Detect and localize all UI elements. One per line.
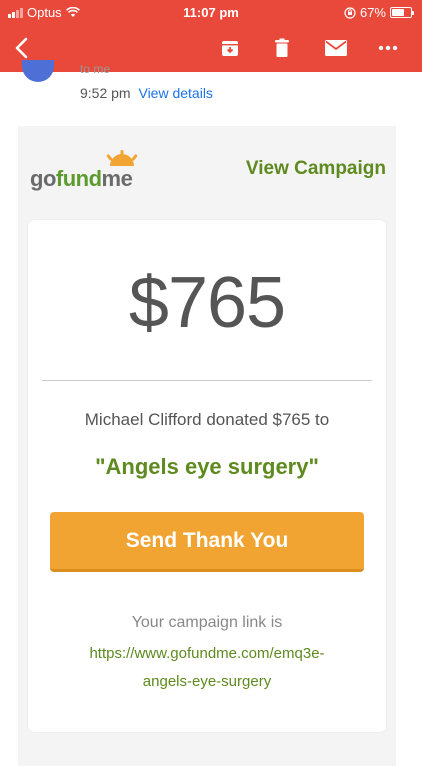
email-header: to me 9:52 pm View details bbox=[0, 60, 422, 122]
view-campaign-link[interactable]: View Campaign bbox=[246, 158, 386, 180]
recipient-line: to me bbox=[80, 64, 111, 74]
archive-button[interactable] bbox=[216, 34, 244, 62]
view-details-link[interactable]: View details bbox=[138, 85, 212, 101]
campaign-name: "Angels eye surgery" bbox=[95, 454, 319, 479]
campaign-link-line-2[interactable]: angels-eye-surgery bbox=[28, 668, 386, 696]
logo-text: gofundme bbox=[30, 166, 133, 191]
status-bar: Optus 11:07 pm 67% bbox=[0, 0, 422, 24]
sender-avatar bbox=[22, 60, 54, 82]
envelope-icon bbox=[325, 40, 347, 56]
chevron-left-icon bbox=[15, 37, 28, 59]
more-options-button[interactable] bbox=[374, 34, 402, 62]
trash-icon bbox=[275, 38, 289, 57]
gofundme-logo[interactable]: gofundme bbox=[30, 150, 150, 191]
battery-group: 67% bbox=[344, 5, 414, 20]
mark-unread-button[interactable] bbox=[322, 34, 350, 62]
campaign-link-label: Your campaign link is bbox=[131, 614, 283, 631]
delete-button[interactable] bbox=[268, 34, 296, 62]
back-button[interactable] bbox=[8, 34, 36, 62]
divider bbox=[42, 380, 372, 381]
archive-icon bbox=[222, 41, 238, 56]
send-thank-you-button[interactable]: Send Thank You bbox=[50, 512, 364, 572]
orientation-lock-icon bbox=[344, 6, 356, 19]
email-body: gofundme View Campaign $765 Michael Clif… bbox=[18, 126, 396, 766]
battery-percent: 67% bbox=[359, 5, 386, 20]
donation-amount: $765 bbox=[128, 263, 286, 343]
campaign-link[interactable]: https://www.gofundme.com/emq3e- angels-e… bbox=[28, 640, 386, 696]
email-time-row: 9:52 pm View details bbox=[80, 85, 213, 101]
battery-icon bbox=[390, 7, 414, 18]
more-icon bbox=[378, 45, 398, 51]
email-time: 9:52 pm bbox=[80, 85, 131, 101]
donation-card: $765 Michael Clifford donated $765 to "A… bbox=[28, 220, 386, 732]
donation-text: Michael Clifford donated $765 to bbox=[84, 410, 330, 429]
gmail-toolbar bbox=[0, 24, 422, 72]
campaign-link-line-1[interactable]: https://www.gofundme.com/emq3e- bbox=[28, 640, 386, 668]
